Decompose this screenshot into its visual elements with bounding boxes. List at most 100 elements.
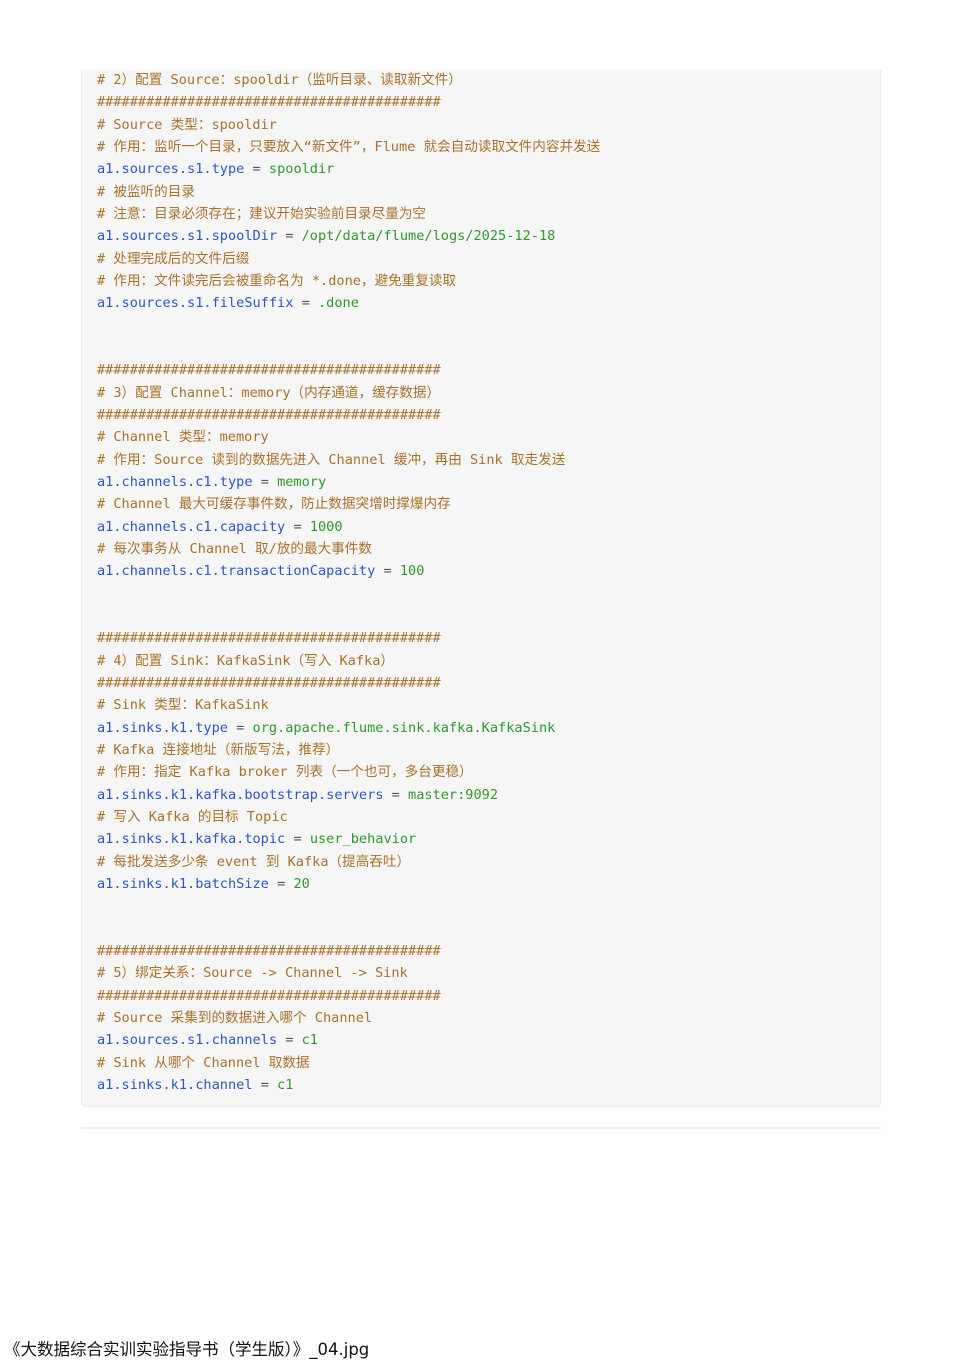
comment-text: ########################################…: [97, 942, 441, 959]
config-value: user_behavior: [309, 831, 417, 848]
comment-text: # Channel 最大可缓存事件数，防止数据突增时撑爆内存: [97, 496, 451, 513]
assignment-operator: =: [391, 786, 400, 803]
comment-text: # 作用：指定 Kafka broker 列表（一个也可，多台更稳）: [97, 764, 473, 781]
assignment-operator: =: [252, 161, 261, 178]
comment-text: # 2）配置 Source：spooldir（监听目录、读取新文件）: [97, 72, 462, 88]
config-property-line: a1.sinks.k1.channel = c1: [97, 1075, 293, 1095]
comment-text: # Sink 从哪个 Channel 取数据: [97, 1054, 310, 1071]
config-key: a1.channels.c1.type: [97, 473, 253, 490]
assignment-operator: =: [293, 518, 302, 535]
config-key: a1.sinks.k1.type: [97, 719, 228, 736]
comment-text: ########################################…: [97, 362, 441, 379]
code-comment-line: # Sink 类型：KafkaSink: [97, 695, 269, 715]
config-key: a1.sinks.k1.batchSize: [97, 875, 269, 892]
config-key: a1.channels.c1.transactionCapacity: [97, 563, 376, 580]
comment-text: # 作用：监听一个目录，只要放入“新文件”，Flume 就会自动读取文件内容并发…: [97, 138, 601, 155]
comment-text: # 每批发送多少条 event 到 Kafka（提高吞吐）: [97, 853, 411, 870]
assignment-operator: =: [285, 228, 294, 245]
config-property-line: a1.sinks.k1.kafka.topic = user_behavior: [97, 829, 416, 849]
comment-text: ########################################…: [97, 987, 441, 1004]
code-comment-line: ########################################…: [97, 360, 441, 380]
config-value: c1: [301, 1032, 318, 1049]
config-property-line: a1.sources.s1.type = spooldir: [97, 159, 334, 179]
assignment-operator: =: [293, 831, 302, 848]
comment-text: # Source 采集到的数据进入哪个 Channel: [97, 1009, 373, 1026]
code-comment-line: ########################################…: [97, 941, 441, 961]
config-value: /opt/data/flume/logs/2025-12-18: [301, 228, 556, 245]
code-comment-line: # 5）绑定关系：Source -> Channel -> Sink: [97, 963, 408, 983]
code-comment-line: # Source 采集到的数据进入哪个 Channel: [97, 1008, 372, 1028]
code-comment-line: # Kafka 连接地址（新版写法，推荐）: [97, 740, 339, 760]
assignment-operator: =: [285, 1032, 294, 1049]
config-key: a1.sources.s1.fileSuffix: [97, 295, 294, 312]
code-comment-line: # 作用：指定 Kafka broker 列表（一个也可，多台更稳）: [97, 762, 473, 782]
config-key: a1.sources.s1.channels: [97, 1032, 278, 1049]
code-block: # 2）配置 Source：spooldir（监听目录、读取新文件） ######…: [81, 70, 881, 1107]
assignment-operator: =: [260, 473, 269, 490]
comment-text: ########################################…: [97, 406, 441, 423]
config-key: a1.sinks.k1.kafka.topic: [97, 831, 286, 848]
code-comment-line: # 处理完成后的文件后缀: [97, 249, 249, 269]
config-value: c1: [277, 1076, 294, 1093]
comment-text: # 作用：文件读完后会被重命名为 *.done，避免重复读取: [97, 272, 457, 289]
assignment-operator: =: [301, 295, 310, 312]
config-value: .done: [317, 295, 359, 312]
assignment-operator: =: [383, 563, 392, 580]
config-key: a1.sources.s1.type: [97, 161, 245, 178]
comment-text: # 3）配置 Channel：memory（内存通道，缓存数据）: [97, 384, 441, 401]
code-comment-line: # 被监听的目录: [97, 182, 195, 202]
config-property-line: a1.sources.s1.fileSuffix = .done: [97, 293, 359, 313]
code-comment-line: ########################################…: [97, 405, 441, 425]
code-comment-line: # Channel 最大可缓存事件数，防止数据突增时撑爆内存: [97, 494, 451, 514]
comment-text: # Channel 类型：memory: [97, 429, 269, 446]
config-value: master:9092: [408, 786, 499, 803]
comment-text: # 写入 Kafka 的目标 Topic: [97, 808, 288, 825]
code-comment-line: # 写入 Kafka 的目标 Topic: [97, 807, 288, 827]
comment-text: ########################################…: [97, 674, 441, 691]
comment-text: ########################################…: [97, 630, 441, 647]
code-comment-line: # 作用：监听一个目录，只要放入“新文件”，Flume 就会自动读取文件内容并发…: [97, 137, 600, 157]
code-comment-line: ########################################…: [97, 628, 441, 648]
config-property-line: a1.sinks.k1.type = org.apache.flume.sink…: [97, 718, 555, 738]
comment-text: # 每次事务从 Channel 取/放的最大事件数: [97, 540, 372, 557]
config-key: a1.channels.c1.capacity: [97, 518, 286, 535]
code-comment-line: ########################################…: [97, 92, 441, 112]
comment-text: # 5）绑定关系：Source -> Channel -> Sink: [97, 965, 408, 982]
code-comment-line: # 2）配置 Source：spooldir（监听目录、读取新文件）: [97, 70, 462, 90]
code-comment-line: # Sink 从哪个 Channel 取数据: [97, 1053, 310, 1073]
config-property-line: a1.sinks.k1.kafka.bootstrap.servers = ma…: [97, 785, 498, 805]
assignment-operator: =: [260, 1076, 269, 1093]
code-comment-line: # 每次事务从 Channel 取/放的最大事件数: [97, 539, 372, 559]
code-comment-line: # 作用：Source 读到的数据先进入 Channel 缓冲，再由 Sink …: [97, 450, 565, 470]
config-key: a1.sinks.k1.channel: [97, 1076, 253, 1093]
code-comment-line: ########################################…: [97, 986, 441, 1006]
comment-text: # 4）配置 Sink：KafkaSink（写入 Kafka）: [97, 652, 394, 669]
comment-text: ########################################…: [97, 94, 441, 111]
comment-text: # Kafka 连接地址（新版写法，推荐）: [97, 741, 340, 758]
config-value: 100: [399, 563, 425, 580]
config-value: 1000: [309, 518, 343, 535]
code-comment-line: # 3）配置 Channel：memory（内存通道，缓存数据）: [97, 383, 440, 403]
config-value: org.apache.flume.sink.kafka.KafkaSink: [252, 719, 556, 736]
code-comment-line: # Source 类型：spooldir: [97, 115, 277, 135]
code-comment-line: # 4）配置 Sink：KafkaSink（写入 Kafka）: [97, 651, 394, 671]
assignment-operator: =: [277, 875, 286, 892]
config-value: spooldir: [268, 161, 335, 178]
config-property-line: a1.sinks.k1.batchSize = 20: [97, 874, 310, 894]
comment-text: # 被监听的目录: [97, 183, 195, 200]
config-property-line: a1.sources.s1.channels = c1: [97, 1030, 318, 1050]
comment-text: # Sink 类型：KafkaSink: [97, 697, 269, 714]
code-comment-line: # 注意：目录必须存在；建议开始实验前目录尽量为空: [97, 204, 426, 224]
config-key: a1.sinks.k1.kafka.bootstrap.servers: [97, 786, 384, 803]
comment-text: # 注意：目录必须存在；建议开始实验前目录尽量为空: [97, 205, 427, 222]
config-value: memory: [277, 473, 327, 490]
config-property-line: a1.channels.c1.capacity = 1000: [97, 517, 343, 537]
config-value: 20: [293, 875, 310, 892]
comment-text: # 处理完成后的文件后缀: [97, 250, 250, 267]
comment-text: # 作用：Source 读到的数据先进入 Channel 缓冲，再由 Sink …: [97, 451, 566, 468]
config-key: a1.sources.s1.spoolDir: [97, 228, 278, 245]
section-divider: [81, 1127, 881, 1129]
config-property-line: a1.channels.c1.type = memory: [97, 472, 326, 492]
code-comment-line: # Channel 类型：memory: [97, 427, 269, 447]
config-property-line: a1.sources.s1.spoolDir = /opt/data/flume…: [97, 226, 555, 246]
